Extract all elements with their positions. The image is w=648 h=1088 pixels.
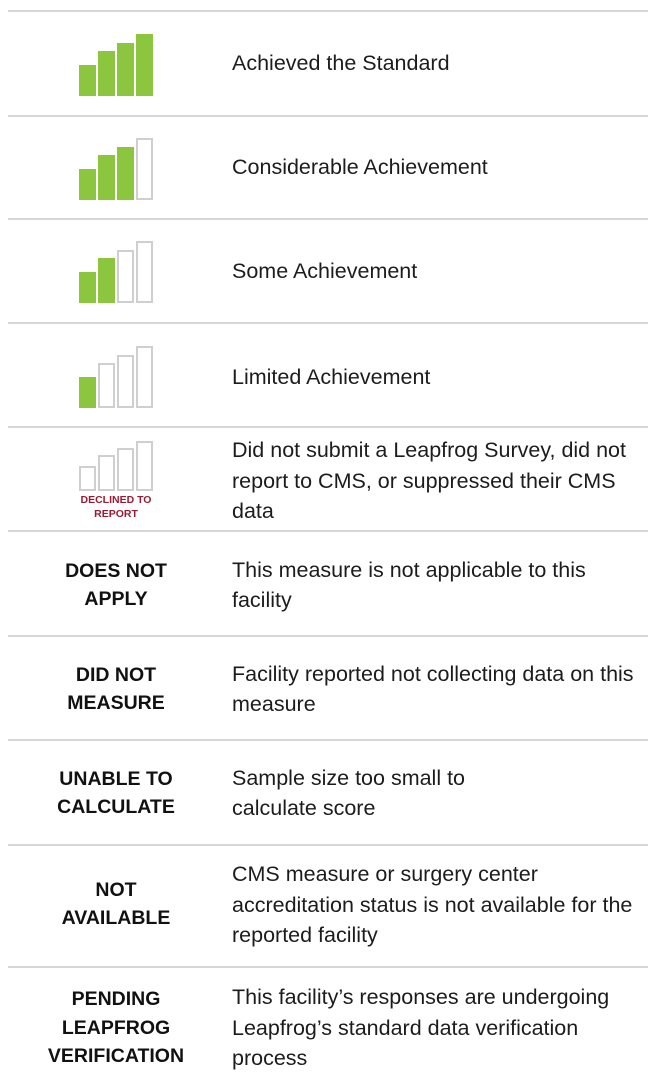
empty-bar	[136, 441, 153, 491]
four-of-four-bars-icon	[79, 33, 153, 96]
status-label: UNABLE TO CALCULATE	[57, 767, 175, 819]
legend-row-unable-to-calculate: UNABLE TO CALCULATE Sample size too smal…	[0, 741, 648, 844]
filled-bar	[98, 154, 115, 200]
filled-bar	[79, 64, 96, 96]
status-label: PENDING LEAPFROG VERIFICATION	[47, 988, 185, 1068]
legend-row-limited: Limited Achievement	[0, 324, 648, 426]
legend-description: CMS measure or surgery center accreditat…	[232, 862, 633, 948]
legend-description: Did not submit a Leapfrog Survey, did no…	[232, 438, 626, 524]
empty-bar	[136, 241, 153, 303]
legend-description: Facility reported not collecting data on…	[232, 661, 634, 717]
legend-description: Sample size too small to calculate score	[232, 765, 466, 821]
legend-row-declined: DECLINED TO REPORT Did not submit a Leap…	[0, 428, 648, 530]
declined-to-report-badge: DECLINED TO REPORT	[80, 494, 152, 520]
empty-bar	[117, 355, 134, 408]
filled-bar	[117, 146, 134, 200]
legend-description: This facility’s responses are undergoing…	[232, 985, 610, 1071]
legend-description: Limited Achievement	[232, 364, 431, 389]
empty-bar	[136, 346, 153, 408]
empty-bar	[79, 466, 96, 491]
legend-description: This measure is not applicable to this f…	[232, 557, 586, 613]
empty-bar	[117, 250, 134, 303]
legend-description: Achieved the Standard	[232, 51, 450, 76]
legend-row-pending-verification: PENDING LEAPFROG VERIFICATION This facil…	[0, 968, 648, 1074]
legend-row-some: Some Achievement	[0, 220, 648, 322]
legend-description: Considerable Achievement	[232, 155, 488, 180]
one-of-four-bars-icon	[79, 346, 153, 408]
three-of-four-bars-icon	[79, 137, 153, 200]
empty-bar	[136, 137, 153, 200]
legend-row-does-not-apply: DOES NOT APPLY This measure is not appli…	[0, 532, 648, 635]
legend-row-achieved: Achieved the Standard	[0, 12, 648, 115]
empty-bar	[98, 363, 115, 408]
empty-bar	[117, 448, 134, 491]
legend-row-considerable: Considerable Achievement	[0, 117, 648, 218]
filled-bar	[79, 377, 96, 408]
legend-row-did-not-measure: DID NOT MEASURE Facility reported not co…	[0, 637, 648, 739]
status-label: NOT AVAILABLE	[61, 878, 171, 930]
zero-of-four-bars-icon	[79, 441, 153, 491]
filled-bar	[98, 50, 115, 96]
legend-description: Some Achievement	[232, 258, 418, 283]
two-of-four-bars-icon	[79, 241, 153, 303]
rating-legend: Achieved the Standard Considerable Achie…	[0, 0, 648, 1074]
filled-bar	[136, 33, 153, 96]
status-label: DID NOT MEASURE	[67, 663, 165, 715]
empty-bar	[98, 455, 115, 491]
legend-row-not-available: NOT AVAILABLE CMS measure or surgery cen…	[0, 846, 648, 966]
filled-bar	[79, 168, 96, 200]
status-label: DOES NOT APPLY	[65, 559, 167, 611]
filled-bar	[98, 258, 115, 303]
filled-bar	[79, 272, 96, 303]
filled-bar	[117, 42, 134, 96]
